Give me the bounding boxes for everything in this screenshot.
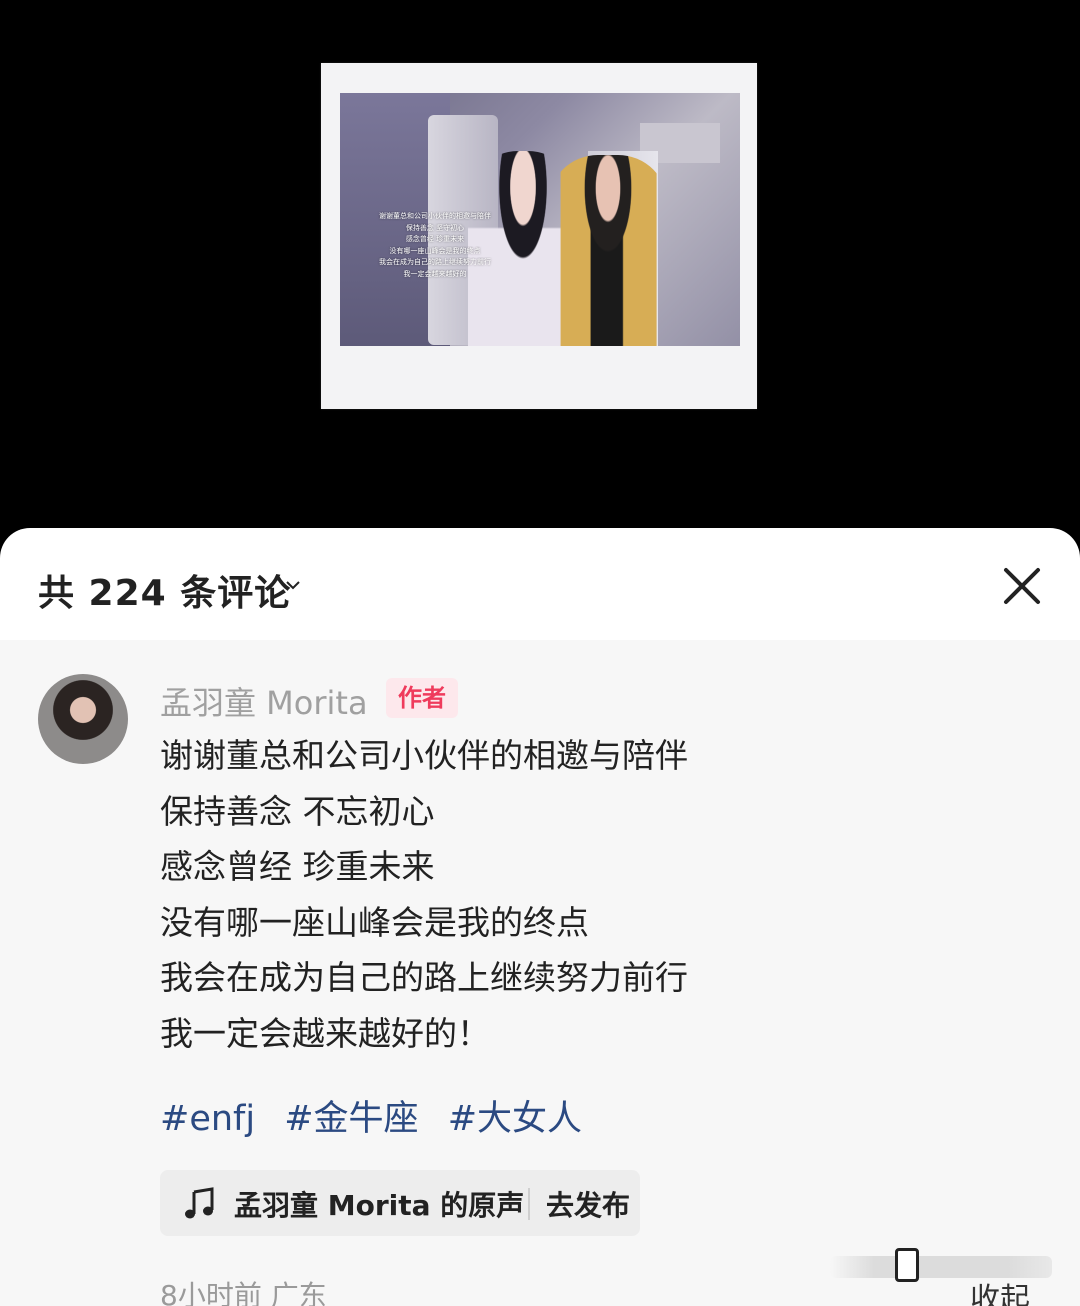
overlay-line: 保持善念 坚守初心 — [405, 223, 465, 232]
comment-panel-header: 共 224 条评论 — [0, 528, 1080, 640]
chevron-down-icon[interactable] — [286, 578, 300, 592]
comment-line: 我一定会越来越好的！ — [160, 1013, 490, 1053]
overlay-line: 感念曾经 珍重未来 — [405, 235, 465, 243]
comment-line: 谢谢董总和公司小伙伴的相邀与陪伴 — [160, 736, 688, 775]
watermark-knob — [895, 1248, 919, 1282]
comment-panel: 共 224 条评论 孟羽童 Morita 作者 谢谢董总和公司小伙伴的相邀与陪伴… — [0, 528, 1080, 1306]
video-photo: 谢谢董总和公司小伙伴的相邀与陪伴 保持善念 坚守初心 感念曾经 珍重未来 没有哪… — [340, 93, 740, 346]
comment-count-title[interactable]: 共 224 条评论 — [38, 564, 291, 616]
comment-line: 我会在成为自己的路上继续努力前行 — [160, 958, 688, 997]
collapse-button[interactable]: 收起 — [970, 1274, 1030, 1306]
music-note-icon — [185, 1187, 214, 1219]
comment-text: 谢谢董总和公司小伙伴的相邀与陪伴 保持善念 不忘初心 感念曾经 珍重未来 没有哪… — [160, 728, 1000, 1061]
sound-name[interactable]: 孟羽童 Morita 的原声 — [234, 1184, 524, 1224]
author-badge: 作者 — [386, 678, 458, 718]
publish-button[interactable]: 去发布 — [546, 1184, 630, 1224]
photo-person-right — [548, 155, 668, 346]
comment-author-name[interactable]: 孟羽童 Morita — [160, 678, 368, 724]
comment-line: 感念曾经 珍重未来 — [160, 847, 435, 886]
polaroid-frame: 谢谢董总和公司小伙伴的相邀与陪伴 保持善念 坚守初心 感念曾经 珍重未来 没有哪… — [321, 63, 757, 409]
hashtag-link[interactable]: #大女人 — [448, 1099, 582, 1139]
video-overlay-text: 谢谢董总和公司小伙伴的相邀与陪伴 保持善念 坚守初心 感念曾经 珍重未来 没有哪… — [360, 211, 510, 280]
comment-meta: 8小时前 广东 — [160, 1279, 327, 1306]
close-icon[interactable] — [1000, 564, 1044, 608]
original-sound-card[interactable]: 孟羽童 Morita 的原声 去发布 — [160, 1170, 640, 1236]
hashtag-list: #enfj #金牛座 #大女人 — [160, 1090, 600, 1141]
hashtag-link[interactable]: #金牛座 — [284, 1099, 418, 1139]
comment-line: 没有哪一座山峰会是我的终点 — [160, 902, 589, 942]
overlay-line: 没有哪一座山峰会是我的终点 — [389, 246, 481, 255]
comment-line: 保持善念 不忘初心 — [160, 791, 435, 831]
overlay-line: 谢谢董总和公司小伙伴的相邀与陪伴 — [379, 212, 491, 220]
video-area[interactable]: 谢谢董总和公司小伙伴的相邀与陪伴 保持善念 坚守初心 感念曾经 珍重未来 没有哪… — [0, 0, 1080, 540]
hashtag-link[interactable]: #enfj — [160, 1099, 255, 1139]
avatar[interactable] — [38, 674, 128, 764]
sound-divider — [528, 1188, 530, 1220]
overlay-line: 我一定会越来越好的 — [403, 269, 467, 278]
overlay-line: 我会在成为自己的路上继续努力前行 — [379, 258, 491, 266]
